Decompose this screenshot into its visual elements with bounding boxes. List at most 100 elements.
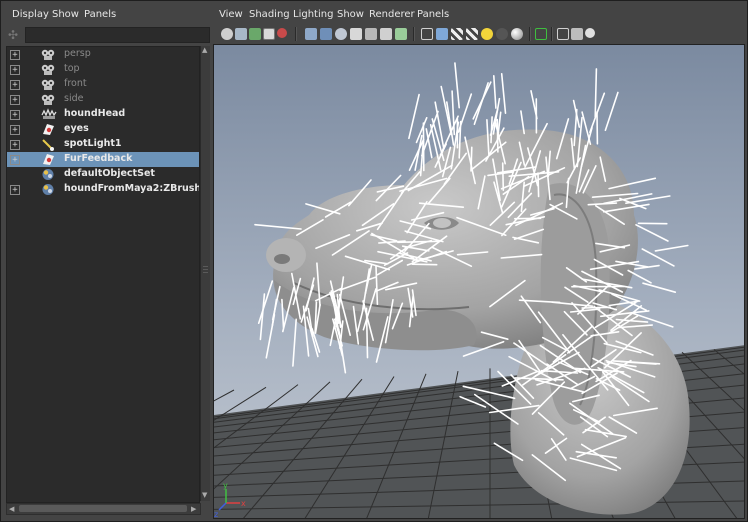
- axis-label-y: y: [223, 481, 228, 490]
- scroll-down-arrow-icon[interactable]: ▼: [202, 491, 207, 499]
- outliner-item-persp[interactable]: + persp: [7, 47, 199, 62]
- lights-icon[interactable]: [380, 28, 392, 40]
- outliner-vertical-scrollbar[interactable]: ▲ ▼: [200, 46, 210, 501]
- toolbar-separator: [529, 27, 531, 41]
- outliner-list: + persp + top + front + side + houndHead…: [6, 46, 200, 503]
- item-label: side: [64, 93, 84, 104]
- camera-icon: [41, 48, 55, 61]
- item-label: persp: [64, 48, 91, 59]
- outliner-item-defaultobjectset[interactable]: defaultObjectSet: [7, 167, 199, 182]
- fur-description-icon: [41, 108, 57, 121]
- xray-icon[interactable]: [350, 28, 362, 40]
- cube-wire-icon[interactable]: [421, 28, 433, 40]
- outliner-item-front[interactable]: + front: [7, 77, 199, 92]
- smooth-shade-icon[interactable]: [320, 28, 332, 40]
- item-label: top: [64, 63, 80, 74]
- grid-toggle-icon[interactable]: [277, 28, 287, 38]
- menu-view[interactable]: View: [219, 9, 243, 20]
- camera-icon: [41, 93, 55, 106]
- outliner-filter-input[interactable]: [25, 27, 210, 43]
- scroll-up-arrow-icon[interactable]: ▲: [202, 46, 207, 54]
- scroll-thumb[interactable]: [19, 505, 187, 512]
- menu-display[interactable]: Display: [12, 9, 49, 20]
- expand-toggle[interactable]: +: [10, 140, 20, 150]
- image-plane-icon[interactable]: [249, 28, 261, 40]
- scroll-right-arrow-icon[interactable]: ▶: [191, 505, 196, 513]
- filter-icon[interactable]: ✣: [6, 28, 20, 42]
- light-bulb-icon[interactable]: [481, 28, 493, 40]
- expand-toggle[interactable]: +: [10, 185, 20, 195]
- camera-icon[interactable]: [571, 28, 583, 40]
- menu-panels[interactable]: Panels: [417, 9, 449, 20]
- viewport-toolbar: [213, 25, 745, 43]
- item-label: front: [64, 78, 87, 89]
- gloss-sphere-icon[interactable]: [511, 28, 523, 40]
- outliner-item-houndhead[interactable]: + houndHead: [7, 107, 199, 122]
- toolbar-separator: [295, 27, 297, 41]
- expand-toggle[interactable]: +: [10, 155, 20, 165]
- share-icon[interactable]: [585, 28, 595, 38]
- outliner-horizontal-scrollbar[interactable]: ◀ ▶: [6, 503, 201, 515]
- scroll-grip: [203, 269, 208, 270]
- axis-label-x: x: [241, 499, 246, 508]
- item-label: spotLight1: [64, 138, 122, 149]
- spotlight-icon: [41, 138, 55, 151]
- outliner-item-top[interactable]: + top: [7, 62, 199, 77]
- fur-feedback-icon: [41, 153, 55, 166]
- outliner-item-furfeedback[interactable]: + FurFeedback: [7, 152, 199, 167]
- checker-icon-2[interactable]: [466, 28, 478, 40]
- default-material-icon[interactable]: [335, 28, 347, 40]
- viewport-panel: View Shading Lighting Show Renderer Pane…: [213, 6, 745, 519]
- object-set-icon: [41, 183, 55, 196]
- toolbar-separator: [413, 27, 415, 41]
- select-highlight-icon[interactable]: [535, 28, 547, 40]
- film-gate-icon[interactable]: [263, 28, 275, 40]
- viewport-menubar: View Shading Lighting Show Renderer Pane…: [213, 6, 745, 24]
- checker-icon[interactable]: [451, 28, 463, 40]
- scroll-left-arrow-icon[interactable]: ◀: [9, 505, 14, 513]
- scroll-grip: [203, 266, 208, 267]
- item-label: eyes: [64, 123, 89, 134]
- expand-toggle[interactable]: +: [10, 50, 20, 60]
- axis-label-z: z: [214, 510, 218, 519]
- resolution-gate-icon[interactable]: [557, 28, 569, 40]
- outliner-item-spotlight1[interactable]: + spotLight1: [7, 137, 199, 152]
- outliner-panel: Display Show Panels ✣ + persp + top + fr…: [4, 6, 210, 517]
- toolbar-separator: [551, 27, 553, 41]
- menu-lighting[interactable]: Lighting: [293, 9, 333, 20]
- expand-toggle[interactable]: +: [10, 65, 20, 75]
- isolate-icon[interactable]: [395, 28, 407, 40]
- outliner-menubar: Display Show Panels: [4, 6, 210, 24]
- outliner-filter-row: ✣: [4, 26, 210, 44]
- outliner-item-side[interactable]: + side: [7, 92, 199, 107]
- item-label: FurFeedback: [64, 153, 133, 164]
- viewport-scene: x y z: [214, 62, 744, 519]
- expand-toggle[interactable]: +: [10, 110, 20, 120]
- menu-panels[interactable]: Panels: [84, 9, 116, 20]
- expand-toggle[interactable]: +: [10, 125, 20, 135]
- cube-shaded-icon[interactable]: [436, 28, 448, 40]
- item-label: houndHead: [64, 108, 126, 119]
- eye-shader-icon: [41, 123, 55, 136]
- menu-shading[interactable]: Shading: [249, 9, 290, 20]
- outliner-item-houndfrommaya2[interactable]: + houndFromMaya2:ZBrushPolyMes: [7, 182, 199, 197]
- expand-toggle[interactable]: +: [10, 95, 20, 105]
- expand-toggle[interactable]: +: [10, 80, 20, 90]
- item-label: houndFromMaya2:ZBrushPolyMes: [64, 183, 200, 194]
- camera-attributes-icon[interactable]: [221, 28, 233, 40]
- texture-icon[interactable]: [365, 28, 377, 40]
- object-set-icon: [41, 168, 55, 181]
- camera-icon: [41, 78, 55, 91]
- camera-icon: [41, 63, 55, 76]
- item-label: defaultObjectSet: [64, 168, 155, 179]
- wireframe-icon[interactable]: [305, 28, 317, 40]
- menu-show[interactable]: Show: [52, 9, 79, 20]
- 3d-viewport[interactable]: x y z: [213, 44, 745, 519]
- menu-show[interactable]: Show: [337, 9, 364, 20]
- outliner-item-eyes[interactable]: + eyes: [7, 122, 199, 137]
- menu-renderer[interactable]: Renderer: [369, 9, 415, 20]
- bookmark-icon[interactable]: [235, 28, 247, 40]
- shadow-sphere-icon[interactable]: [496, 28, 508, 40]
- scroll-grip: [203, 272, 208, 273]
- app-window: Display Show Panels ✣ + persp + top + fr…: [0, 0, 748, 522]
